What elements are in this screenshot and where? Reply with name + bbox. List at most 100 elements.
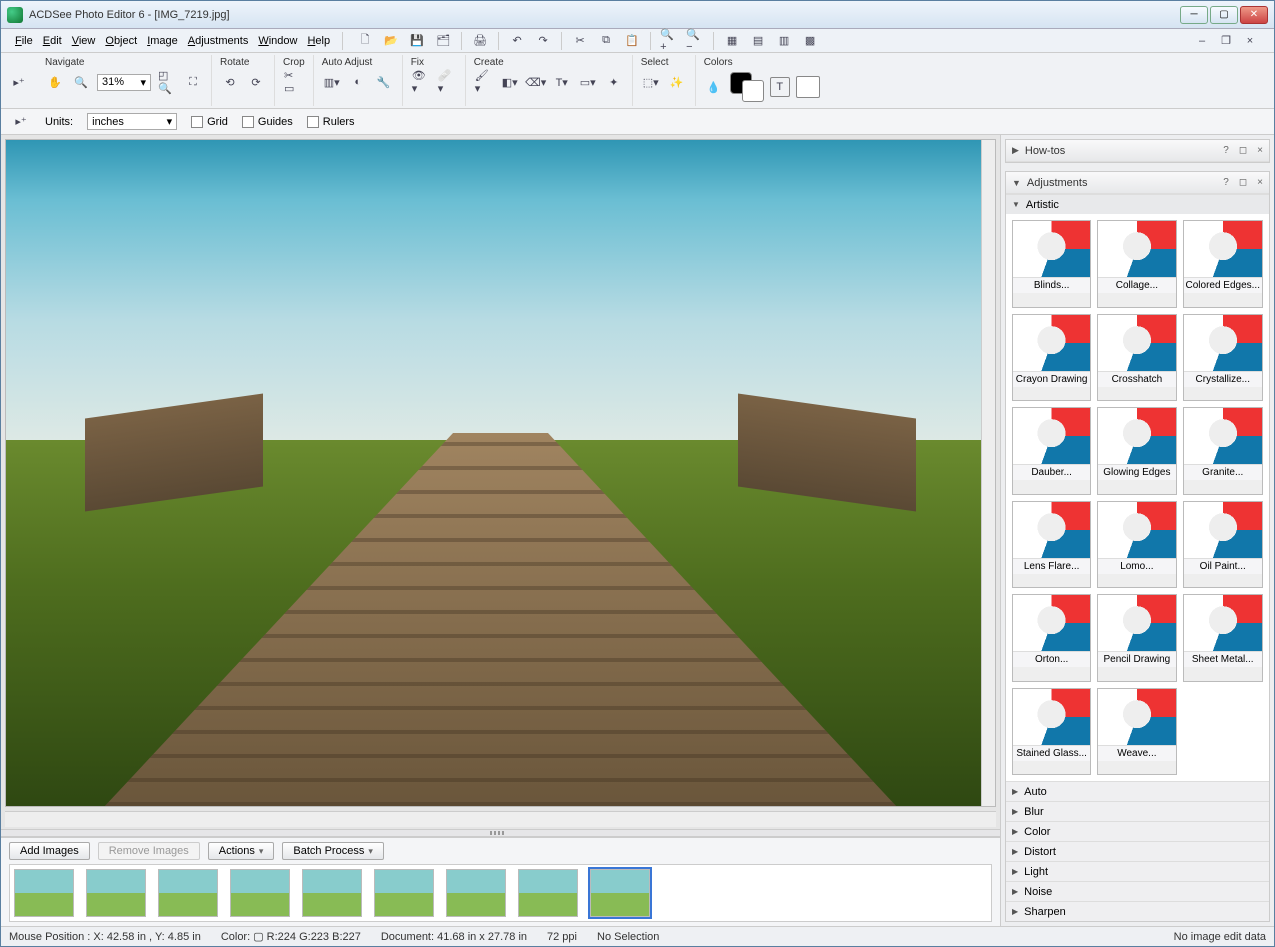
menu-edit[interactable]: Edit [43,35,62,47]
effect-weave[interactable]: Weave... [1097,688,1176,776]
undo-icon[interactable]: ↶ [507,31,527,51]
zoom-in-icon[interactable]: 🔍+ [659,31,679,51]
auto-contrast-icon[interactable]: ◐ [348,72,368,92]
mdi-close-icon[interactable]: × [1240,31,1260,51]
horizontal-splitter[interactable] [1,829,1000,837]
menu-adjustments[interactable]: Adjustments [188,35,249,47]
zoom-actual-icon[interactable]: ⛶ [183,72,203,92]
cut-icon[interactable]: ✂ [570,31,590,51]
eyedropper-tool-icon[interactable]: 💧 [704,77,724,97]
open-folder-icon[interactable]: 📂 [381,31,401,51]
category-auto[interactable]: ▶Auto [1006,781,1269,801]
auto-levels-icon[interactable]: ▥▾ [322,72,342,92]
category-color[interactable]: ▶Color [1006,821,1269,841]
effect-collage[interactable]: Collage... [1097,220,1176,308]
category-sharpen[interactable]: ▶Sharpen [1006,901,1269,921]
close-button[interactable]: ✕ [1240,6,1268,24]
category-blur[interactable]: ▶Blur [1006,801,1269,821]
zoom-fit-icon[interactable]: ◰🔍 [157,72,177,92]
effect-crosshatch[interactable]: Crosshatch [1097,314,1176,402]
layout-c-icon[interactable]: ▥ [774,31,794,51]
copy-icon[interactable]: ⧉ [596,31,616,51]
rulers-checkbox[interactable]: Rulers [307,116,355,128]
menu-view[interactable]: View [72,35,96,47]
rotate-left-icon[interactable]: ⟲ [220,72,240,92]
redo-icon[interactable]: ↷ [533,31,553,51]
effect-lens-flare[interactable]: Lens Flare... [1012,501,1091,589]
menu-file[interactable]: File [15,35,33,47]
close-panel-icon[interactable]: × [1257,145,1263,156]
auto-color-icon[interactable]: 🔧 [374,72,394,92]
dock-icon[interactable]: ◻ [1239,177,1247,188]
marquee-tool-icon[interactable]: ⬚▾ [641,72,661,92]
effect-lomo[interactable]: Lomo... [1097,501,1176,589]
units-select[interactable]: inches ▾ [87,113,177,130]
actions-button[interactable]: Actions▾ [208,842,275,860]
save-icon[interactable]: 💾 [407,31,427,51]
help-icon[interactable]: ? [1223,145,1229,156]
layout-a-icon[interactable]: ▦ [722,31,742,51]
guides-checkbox[interactable]: Guides [242,116,293,128]
howtos-header[interactable]: ▶ How-tos ? ◻ × [1006,140,1269,162]
effect-stained-glass[interactable]: Stained Glass... [1012,688,1091,776]
category-distort[interactable]: ▶Distort [1006,841,1269,861]
category-noise[interactable]: ▶Noise [1006,881,1269,901]
thumbnail-item[interactable] [230,869,290,917]
layout-d-icon[interactable]: ▩ [800,31,820,51]
menu-image[interactable]: Image [147,35,178,47]
new-file-icon[interactable]: 🗋 [355,31,375,51]
crop-tool-icon[interactable]: ✂▭ [283,72,303,92]
fill-color-box-icon[interactable] [796,76,820,98]
effect-blinds[interactable]: Blinds... [1012,220,1091,308]
effect-orton[interactable]: Orton... [1012,594,1091,682]
thumbnail-item[interactable] [86,869,146,917]
maximize-button[interactable]: ▢ [1210,6,1238,24]
menu-object[interactable]: Object [105,35,137,47]
effect-pencil-drawing[interactable]: Pencil Drawing [1097,594,1176,682]
pointer-tool-icon[interactable]: ▸⁺ [9,72,29,92]
effect-granite[interactable]: Granite... [1183,407,1264,495]
vertical-scrollbar[interactable] [981,140,996,806]
eraser-tool-icon[interactable]: ⌫▾ [526,72,546,92]
effect-oil-paint[interactable]: Oil Paint... [1183,501,1264,589]
thumbnail-item[interactable] [158,869,218,917]
effect-crayon-drawing[interactable]: Crayon Drawing [1012,314,1091,402]
zoom-out-icon[interactable]: 🔍− [685,31,705,51]
grid-checkbox[interactable]: Grid [191,116,228,128]
effect-glowing-edges[interactable]: Glowing Edges [1097,407,1176,495]
text-tool-icon[interactable]: T▾ [552,72,572,92]
mdi-minimize-icon[interactable]: – [1192,31,1212,51]
color-swatches[interactable] [730,72,764,102]
adjustments-header[interactable]: ▼ Adjustments ? ◻ × [1006,172,1269,194]
redeye-tool-icon[interactable]: 👁▾ [411,72,431,92]
sparkle-tool-icon[interactable]: ✦ [604,72,624,92]
mdi-restore-icon[interactable]: ❐ [1216,31,1236,51]
menu-help[interactable]: Help [307,35,330,47]
effect-dauber[interactable]: Dauber... [1012,407,1091,495]
pointer-options-icon[interactable]: ▸⁺ [11,112,31,132]
heal-tool-icon[interactable]: 🩹▾ [437,72,457,92]
effect-colored-edges[interactable]: Colored Edges... [1183,220,1264,308]
help-icon[interactable]: ? [1223,177,1229,188]
thumbnail-item[interactable] [518,869,578,917]
menu-window[interactable]: Window [258,35,297,47]
horizontal-scrollbar[interactable] [5,811,996,827]
text-color-t-icon[interactable]: T [770,77,790,97]
zoom-level-select[interactable]: 31% ▾ [97,74,151,91]
thumbnail-item[interactable] [302,869,362,917]
thumbnail-item[interactable] [14,869,74,917]
batch-process-button[interactable]: Batch Process▾ [282,842,383,860]
category-light[interactable]: ▶Light [1006,861,1269,881]
hand-tool-icon[interactable]: ✋ [45,72,65,92]
background-color[interactable] [742,80,764,102]
paste-icon[interactable]: 📋 [622,31,642,51]
thumbnail-item[interactable] [374,869,434,917]
zoom-tool-icon[interactable]: 🔍 [71,72,91,92]
image-canvas[interactable] [5,139,996,807]
magic-wand-icon[interactable]: ✨ [667,72,687,92]
dock-icon[interactable]: ◻ [1239,145,1247,156]
shape-tool-icon[interactable]: ▭▾ [578,72,598,92]
save-all-icon[interactable]: 🗂 [433,31,453,51]
category-artistic[interactable]: ▼ Artistic [1006,194,1269,214]
rotate-right-icon[interactable]: ⟳ [246,72,266,92]
